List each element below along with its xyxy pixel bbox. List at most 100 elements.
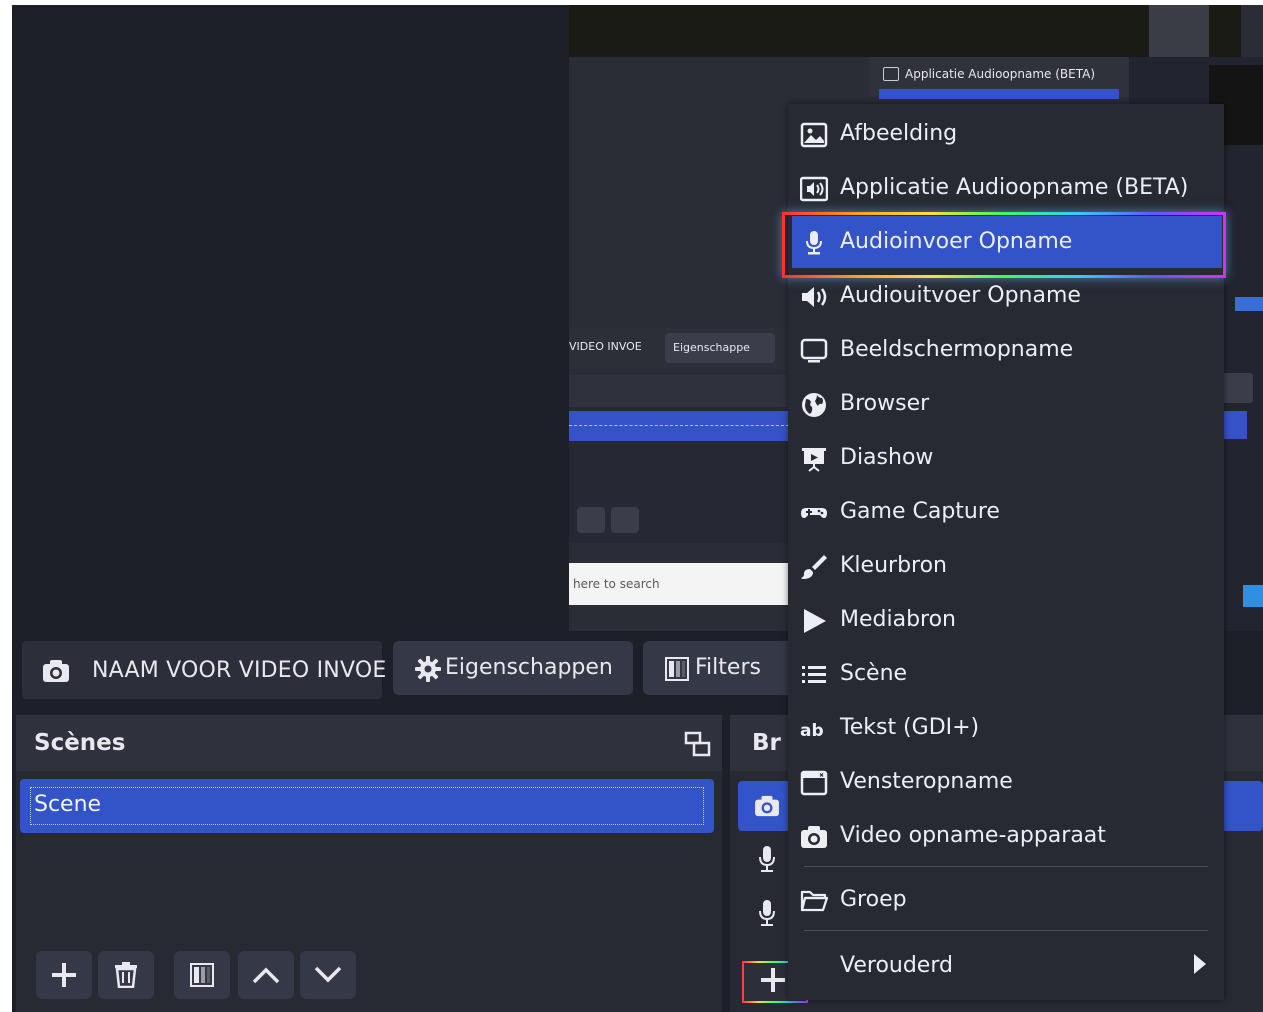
trash-icon xyxy=(115,962,137,988)
nested-toolbar: VIDEO INVOE Eigenschappe xyxy=(569,327,789,369)
menu-item-label: Diashow xyxy=(840,445,934,470)
scene-filters-button[interactable] xyxy=(174,951,230,999)
nested-menu-label: Applicatie Audioopname (BETA) xyxy=(905,67,1095,81)
nested-menu-highlight xyxy=(879,89,1119,99)
globe-icon xyxy=(802,393,826,417)
properties-button[interactable]: Eigenschappen xyxy=(393,641,633,695)
menu-item-afbeelding[interactable]: Afbeelding xyxy=(788,108,1224,160)
gear-icon xyxy=(415,656,441,682)
microphone-icon xyxy=(759,846,775,872)
camera-icon xyxy=(43,660,69,682)
menu-item-label: Tekst (GDI+) xyxy=(840,715,980,740)
menu-item-label: Browser xyxy=(840,391,930,416)
nested-menu: Applicatie Audioopname (BETA) xyxy=(869,57,1129,99)
speaker-icon xyxy=(802,287,827,307)
add-source-context-menu: Afbeelding Applicatie Audioopname (BETA)… xyxy=(782,104,1226,1000)
nested-properties-label: Eigenschappe xyxy=(673,341,750,354)
menu-item-browser[interactable]: Browser xyxy=(788,378,1224,430)
menu-item-kleurbron[interactable]: Kleurbron xyxy=(788,540,1224,592)
selected-source-label: NAAM VOOR VIDEO INVOE xyxy=(22,641,386,699)
menu-item-label: Mediabron xyxy=(840,607,957,632)
camera-icon xyxy=(801,826,827,848)
menu-item-scene[interactable]: Scène xyxy=(788,648,1224,700)
menu-item-label: Audiouitvoer Opname xyxy=(840,283,1081,308)
sources-title: Br xyxy=(752,730,781,756)
nested-right-item xyxy=(1235,297,1263,311)
list-icon xyxy=(802,666,826,683)
nested-app-audio-icon xyxy=(883,67,899,81)
nested-search-text: here to search xyxy=(573,577,660,591)
menu-item-label: Game Capture xyxy=(840,499,1000,524)
nested-down-button xyxy=(611,507,639,533)
menu-item-vensteropname[interactable]: Vensteropname xyxy=(788,756,1224,808)
menu-item-diashow[interactable]: Diashow xyxy=(788,432,1224,484)
nested-video-feed xyxy=(569,5,1241,57)
menu-item-mediabron[interactable]: Mediabron xyxy=(788,594,1224,646)
remove-scene-button[interactable] xyxy=(98,951,154,999)
menu-item-video-opname-apparaat[interactable]: Video opname-apparaat xyxy=(788,810,1224,862)
slideshow-icon xyxy=(802,448,826,472)
menu-item-beeldschermopname[interactable]: Beeldschermopname xyxy=(788,324,1224,376)
nested-up-button xyxy=(577,507,605,533)
move-scene-up-button[interactable] xyxy=(238,951,294,999)
menu-item-label: Audioinvoer Opname xyxy=(840,229,1073,254)
menu-item-label: Scène xyxy=(840,661,908,686)
gamepad-icon xyxy=(801,508,827,518)
menu-item-tekst[interactable]: ab Tekst (GDI+) xyxy=(788,702,1224,754)
microphone-icon xyxy=(806,231,822,255)
filter-icon xyxy=(665,657,689,681)
nested-toolbar-label: VIDEO INVOE xyxy=(569,340,642,353)
filters-label: Filters xyxy=(695,655,761,680)
image-icon xyxy=(800,122,828,148)
nested-panel-header xyxy=(569,375,789,407)
source-name: NAAM VOOR VIDEO INVOE xyxy=(92,658,387,683)
nested-dock-button xyxy=(1219,373,1253,403)
svg-text:ab: ab xyxy=(800,721,824,741)
add-scene-button[interactable] xyxy=(36,951,92,999)
scenes-header: Scènes xyxy=(16,715,722,771)
nested-selected-row xyxy=(569,411,789,441)
menu-item-groep[interactable]: Groep xyxy=(788,874,1224,926)
menu-item-label: Applicatie Audioopname (BETA) xyxy=(840,175,1189,200)
menu-item-label: Kleurbron xyxy=(840,553,947,578)
window-icon xyxy=(800,770,828,796)
paintbrush-icon xyxy=(801,555,827,579)
app-audio-icon xyxy=(800,176,828,202)
menu-item-game-capture[interactable]: Game Capture xyxy=(788,486,1224,538)
scene-focus-rect xyxy=(30,787,704,825)
menu-separator xyxy=(804,866,1208,867)
filter-icon xyxy=(190,963,214,987)
nested-search-box: here to search xyxy=(569,563,789,605)
nested-properties-button: Eigenschappe xyxy=(665,333,775,363)
submenu-arrow-icon xyxy=(1194,954,1206,974)
monitor-icon xyxy=(800,338,828,363)
play-icon xyxy=(804,609,826,633)
menu-item-label: Beeldschermopname xyxy=(840,337,1074,362)
nested-topright-panel xyxy=(1149,5,1209,57)
properties-label: Eigenschappen xyxy=(445,655,613,680)
filters-button[interactable]: Filters xyxy=(643,641,803,695)
nested-right-icon xyxy=(1243,585,1263,607)
menu-item-audioinvoer-opname[interactable]: Audioinvoer Opname xyxy=(792,216,1222,268)
menu-item-label: Afbeelding xyxy=(840,121,958,146)
folder-icon xyxy=(800,890,828,912)
obs-window: Applicatie Audioopname (BETA) VIDEO INVO… xyxy=(12,5,1263,1012)
menu-item-label: Vensteropname xyxy=(840,769,1013,794)
scenes-panel: Scènes Scene xyxy=(16,715,722,1012)
menu-item-label: Verouderd xyxy=(840,953,953,978)
nested-panel xyxy=(569,375,789,543)
chevron-down-icon xyxy=(314,966,342,983)
move-scene-down-button[interactable] xyxy=(300,951,356,999)
text-icon: ab xyxy=(800,721,824,741)
undock-icon[interactable] xyxy=(684,731,712,757)
chevron-up-icon xyxy=(252,967,280,984)
menu-item-verouderd[interactable]: Verouderd xyxy=(788,940,1224,992)
menu-item-applicatie-audioopname[interactable]: Applicatie Audioopname (BETA) xyxy=(788,162,1224,214)
nested-focus-line xyxy=(569,425,789,426)
menu-item-label: Video opname-apparaat xyxy=(840,823,1106,848)
camera-icon xyxy=(755,795,779,817)
menu-separator xyxy=(804,930,1208,931)
scene-name: Scene xyxy=(34,792,102,817)
menu-item-audiouitvoer-opname[interactable]: Audiouitvoer Opname xyxy=(788,270,1224,322)
scene-list-item[interactable]: Scene xyxy=(20,779,714,833)
